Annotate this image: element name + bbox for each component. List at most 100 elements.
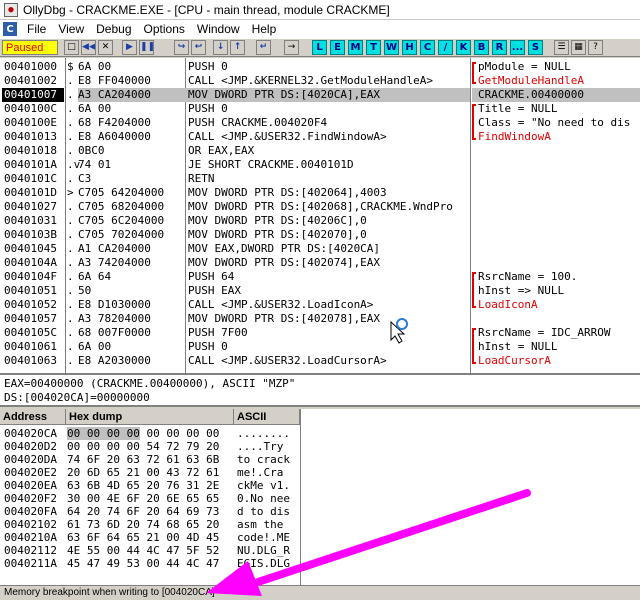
go-to-origin-icon[interactable]: → (284, 40, 299, 55)
dump-row[interactable]: 004020DA 74 6F 20 63 72 61 63 6B to crack (0, 453, 300, 466)
dump-ascii-header[interactable]: ASCII (234, 409, 300, 425)
dump-row[interactable]: 0040211A 45 47 49 53 00 44 4C 47 EGIS.DLG (0, 557, 300, 570)
disasm-row[interactable]: 00401002. E8 FF040000 CALL <JMP.&KERNEL32.… (0, 74, 640, 88)
close-icon[interactable]: ✕ (98, 40, 113, 55)
disasm-hex: A3 CA204000 (78, 88, 186, 102)
memory-window-button[interactable]: M (348, 40, 363, 55)
disasm-instruction: PUSH 7F00 (188, 326, 248, 339)
dump-row[interactable]: 0040210A 63 6F 64 65 21 00 4D 45 code!.ME (0, 531, 300, 544)
disasm-row[interactable]: 00401018. 0BC0 OR EAX,EAX (0, 144, 640, 158)
disasm-flow-marker: . (67, 200, 74, 213)
memory-dump-pane[interactable]: 004020CA 00 00 00 00 00 00 00 00........ 0… (0, 425, 300, 585)
modules-window-button[interactable]: E (330, 40, 345, 55)
source-window-button[interactable]: S (528, 40, 543, 55)
dump-row[interactable]: 004020F2 30 00 4E 6F 20 6E 65 65 0.No nee (0, 492, 300, 505)
open-icon[interactable]: □ (64, 40, 79, 55)
menu-view[interactable]: View (52, 20, 90, 38)
disasm-row[interactable]: 00401000 $6A 00 PUSH 0 pModule = NULL (0, 60, 640, 74)
disasm-row[interactable]: 00401027. C705 68204000 MOV DWORD PTR DS:[… (0, 200, 640, 214)
disasm-address: 0040103B (4, 228, 57, 241)
help-icon[interactable]: ? (588, 40, 603, 55)
disasm-address: 0040101A (4, 158, 57, 171)
disasm-instruction: PUSH 0 (188, 60, 228, 73)
trace-over-icon[interactable]: ↑ (230, 40, 245, 55)
dump-ascii: NU.DLG_R (237, 544, 290, 557)
execute-till-return-icon[interactable]: ↵ (256, 40, 271, 55)
disasm-row[interactable]: 00401063. E8 A2030000 CALL <JMP.&USER32.Lo… (0, 354, 640, 368)
disassembly-pane[interactable]: 00401000 $6A 00 PUSH 0 pModule = NULL 004010… (0, 58, 640, 375)
step-into-icon[interactable]: ↪ (174, 40, 189, 55)
disasm-row[interactable]: 0040100E. 68 F4204000 PUSH CRACKME.004020F… (0, 116, 640, 130)
handles-window-button[interactable]: H (402, 40, 417, 55)
appearance-icon[interactable]: ▦ (571, 40, 586, 55)
dump-address: 004020DA (4, 453, 57, 466)
dump-row[interactable]: 004020D2 00 00 00 00 54 72 79 20 ....Try (0, 440, 300, 453)
disasm-row[interactable]: 0040104F. 6A 64 PUSH 64 RsrcName = 100. (0, 270, 640, 284)
disasm-row[interactable]: 00401031. C705 6C204000 MOV DWORD PTR DS:[… (0, 214, 640, 228)
menu-help[interactable]: Help (246, 20, 283, 38)
disasm-flow-marker: . (67, 88, 74, 101)
pause-icon[interactable]: ❚❚ (139, 40, 154, 55)
disasm-row[interactable]: 0040103B. C705 70204000 MOV DWORD PTR DS:[… (0, 228, 640, 242)
dump-ascii: asm the (237, 518, 284, 531)
disasm-row[interactable]: 0040104A. A3 74204000 MOV DWORD PTR DS:[40… (0, 256, 640, 270)
disasm-row[interactable]: 00401061. 6A 00 PUSH 0 hInst = NULL (0, 340, 640, 354)
dump-hex-header[interactable]: Hex dump (66, 409, 234, 425)
dump-address: 004020E2 (4, 466, 57, 479)
disasm-hex: A3 74204000 (78, 256, 151, 269)
disasm-instruction: MOV DWORD PTR DS:[402074],EAX (188, 256, 381, 269)
disasm-row[interactable]: 0040100C. 6A 00 PUSH 0 Title = NULL (0, 102, 640, 116)
dump-address-header[interactable]: Address (0, 409, 66, 425)
references-window-button[interactable]: R (492, 40, 507, 55)
run-trace-window-button[interactable]: ... (510, 40, 525, 55)
disasm-address: 00401027 (4, 200, 57, 213)
windows-window-button[interactable]: W (384, 40, 399, 55)
menu-options[interactable]: Options (138, 20, 191, 38)
threads-window-button[interactable]: T (366, 40, 381, 55)
dump-row[interactable]: 004020CA 00 00 00 00 00 00 00 00........ (0, 427, 300, 440)
step-over-icon[interactable]: ↩ (191, 40, 206, 55)
cpu-window-button[interactable]: C (420, 40, 435, 55)
disasm-row[interactable]: 00401051. 50 PUSH EAX hInst => NULL (0, 284, 640, 298)
dump-row[interactable]: 004020E2 20 6D 65 21 00 43 72 61 me!.Cra (0, 466, 300, 479)
dump-ascii: EGIS.DLG (237, 557, 290, 570)
stack-pane[interactable] (300, 409, 640, 585)
disasm-address: 00401051 (4, 284, 57, 297)
disasm-row[interactable]: 0040101A .v 74 01 JE SHORT CRACKME.0040101D (0, 158, 640, 172)
disasm-row[interactable]: 00401057. A3 78204000 MOV DWORD PTR DS:[40… (0, 312, 640, 326)
dump-row[interactable]: 00402102 61 73 6D 20 74 68 65 20 asm the (0, 518, 300, 531)
disasm-comment: FindWindowA (478, 130, 551, 143)
patches-window-button[interactable]: / (438, 40, 453, 55)
disasm-hex: 74 01 (78, 158, 112, 171)
trace-into-icon[interactable]: ↓ (213, 40, 228, 55)
list-icon[interactable]: ☰ (554, 40, 569, 55)
menu-window[interactable]: Window (191, 20, 246, 38)
disasm-hex: 68 F4204000 (78, 116, 151, 129)
menu-debug[interactable]: Debug (90, 20, 137, 38)
dump-ascii: ........ (237, 427, 290, 440)
disasm-instruction: OR EAX,EAX (188, 144, 255, 157)
disasm-row[interactable]: 00401052. E8 D1030000 CALL <JMP.&USER32.Lo… (0, 298, 640, 312)
disasm-row[interactable]: 00401045. A1 CA204000 MOV EAX,DWORD PTR DS… (0, 242, 640, 256)
disasm-row[interactable]: 0040105C. 68 007F0000 PUSH 7F00 RsrcName = … (0, 326, 640, 340)
disasm-instruction: MOV DWORD PTR DS:[402064],4003 (188, 186, 387, 199)
run-icon[interactable]: ▶ (122, 40, 137, 55)
disasm-row[interactable]: 00401013. E8 A6040000 CALL <JMP.&USER32.Fi… (0, 130, 640, 144)
log-window-button[interactable]: L (312, 40, 327, 55)
restart-icon[interactable]: ◀◀ (81, 40, 96, 55)
disasm-instruction: PUSH 0 (188, 102, 228, 115)
cpu-window-icon[interactable]: C (3, 22, 17, 36)
disasm-row[interactable]: 0040101D > C705 64204000 MOV DWORD PTR DS:[… (0, 186, 640, 200)
dump-row[interactable]: 00402112 4E 55 00 44 4C 47 5F 52 NU.DLG_R (0, 544, 300, 557)
disasm-instruction: MOV EAX,DWORD PTR DS:[4020CA] (188, 242, 381, 255)
disasm-comment: GetModuleHandleA (478, 74, 584, 87)
dump-ascii: me!.Cra (237, 466, 284, 479)
breakpoints-window-button[interactable]: B (474, 40, 489, 55)
menu-file[interactable]: File (21, 20, 52, 38)
call-stack-window-button[interactable]: K (456, 40, 471, 55)
dump-row[interactable]: 004020EA 63 6B 4D 65 20 76 31 2E ckMe v1. (0, 479, 300, 492)
dump-hex-bytes: 74 6F 20 63 72 61 63 6B (67, 453, 220, 466)
dump-row[interactable]: 004020FA 64 20 74 6F 20 64 69 73 d to dis (0, 505, 300, 518)
disasm-row[interactable]: 0040101C. C3 RETN (0, 172, 640, 186)
disasm-row[interactable]: 00401007. A3 CA204000 MOV DWORD PTR DS:[40… (0, 88, 640, 102)
